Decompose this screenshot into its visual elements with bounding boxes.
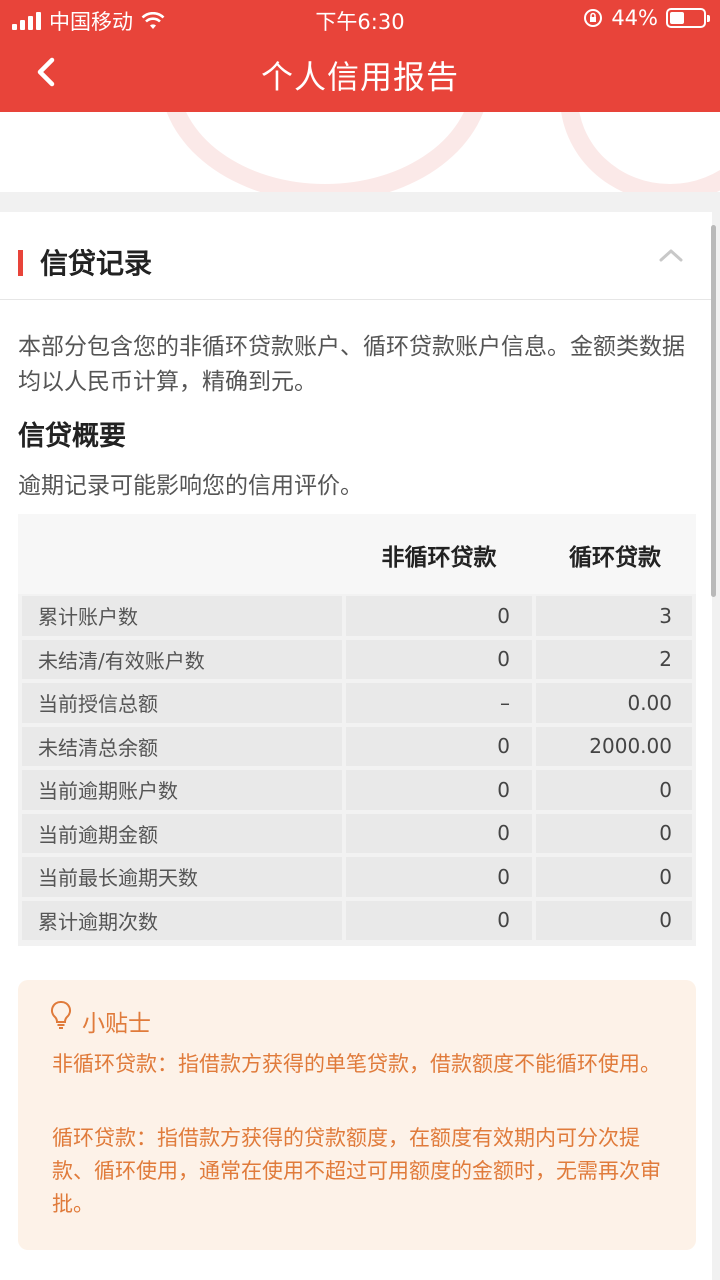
- tips-title: 小贴士: [82, 1011, 151, 1037]
- non-revolving-value: 0: [346, 639, 532, 679]
- section-accent-bar: [18, 250, 23, 276]
- table-row: 未结清总余额 0 2000.00: [18, 725, 696, 769]
- tip-non-revolving: 非循环贷款：指借款方获得的单笔贷款，借款额度不能循环使用。: [52, 1052, 661, 1076]
- revolving-value: 3: [536, 596, 692, 636]
- tip-revolving: 循环贷款：指借款方获得的贷款额度，在额度有效期内可分次提款、循环使用，通常在使用…: [52, 1126, 661, 1216]
- non-revolving-value: 0: [346, 900, 532, 940]
- header-bar: 中国移动 下午6:30 44% 个人信用报告: [0, 0, 720, 112]
- table-row: 当前逾期账户数 0 0: [18, 768, 696, 812]
- section-title: 信贷记录: [40, 247, 153, 280]
- revolving-value: 2000.00: [536, 726, 692, 766]
- revolving-value: 0: [536, 900, 692, 940]
- non-revolving-value: 0: [346, 813, 532, 853]
- non-revolving-value: –: [346, 683, 532, 723]
- row-label: 未结清总余额: [22, 726, 342, 766]
- watermark-graphic: [160, 112, 490, 192]
- tips-box: 小贴士 非循环贷款：指借款方获得的单笔贷款，借款额度不能循环使用。 循环贷款：指…: [18, 980, 696, 1250]
- status-bar: 中国移动 下午6:30 44%: [0, 0, 720, 36]
- battery-icon: [666, 8, 710, 28]
- table-header: 非循环贷款 循环贷款: [18, 514, 696, 594]
- table-row: 当前最长逾期天数 0 0: [18, 855, 696, 899]
- chevron-up-icon[interactable]: [656, 240, 686, 270]
- previous-section-bottom: [0, 112, 720, 192]
- table-row: 累计逾期次数 0 0: [18, 899, 696, 943]
- row-label: 累计账户数: [22, 596, 342, 636]
- nav-bar: 个人信用报告: [0, 36, 720, 112]
- row-label: 当前逾期金额: [22, 813, 342, 853]
- table-row: 当前授信总额 –0.00: [18, 681, 696, 725]
- row-label: 当前授信总额: [22, 683, 342, 723]
- table-row: 未结清/有效账户数 0 2: [18, 638, 696, 682]
- section-intro: 本部分包含您的非循环贷款账户、循环贷款账户信息。金额类数据均以人民币计算，精确到…: [18, 334, 685, 395]
- row-label: 未结清/有效账户数: [22, 639, 342, 679]
- row-label: 当前最长逾期天数: [22, 857, 342, 897]
- lightbulb-icon: [50, 1001, 72, 1029]
- non-revolving-value: 0: [346, 726, 532, 766]
- column-header-revolving: 循环贷款: [569, 545, 661, 571]
- revolving-value: 2: [536, 639, 692, 679]
- non-revolving-value: 0: [346, 770, 532, 810]
- row-label: 当前逾期账户数: [22, 770, 342, 810]
- section-header[interactable]: 信贷记录: [0, 212, 712, 300]
- scrollbar[interactable]: [711, 225, 716, 597]
- rotation-lock-icon: [584, 9, 603, 27]
- revolving-value: 0.00: [536, 683, 692, 723]
- battery-percent: 44%: [611, 6, 658, 30]
- summary-title: 信贷概要: [18, 421, 126, 452]
- table-row: 当前逾期金额 0 0: [18, 812, 696, 856]
- revolving-value: 0: [536, 813, 692, 853]
- row-label: 累计逾期次数: [22, 900, 342, 940]
- watermark-graphic: [560, 112, 720, 192]
- table-row: 累计账户数 0 3: [18, 594, 696, 638]
- revolving-value: 0: [536, 770, 692, 810]
- credit-summary-table: 非循环贷款 循环贷款 累计账户数 0 3 未结清/有效账户数 0 2 当前授信总额 –0.00…: [18, 514, 696, 946]
- non-revolving-value: 0: [346, 596, 532, 636]
- credit-record-card: 信贷记录 本部分包含您的非循环贷款账户、循环贷款账户信息。金额类数据均以人民币计…: [0, 212, 712, 1280]
- page-title: 个人信用报告: [260, 58, 459, 96]
- summary-note: 逾期记录可能影响您的信用评价。: [18, 473, 363, 499]
- revolving-value: 0: [536, 857, 692, 897]
- column-header-non-revolving: 非循环贷款: [381, 545, 497, 571]
- non-revolving-value: 0: [346, 857, 532, 897]
